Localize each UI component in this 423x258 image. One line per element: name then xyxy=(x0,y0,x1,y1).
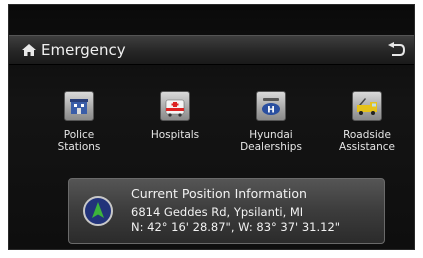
police-stations-label: Police Stations xyxy=(57,129,101,153)
back-arrow-icon[interactable] xyxy=(386,42,406,58)
roadside-assistance-button[interactable]: Roadside Assistance xyxy=(327,91,407,153)
position-address: 6814 Geddes Rd, Ypsilanti, MI xyxy=(131,205,304,219)
nav-screen: Emergency Police Stations Hospitals H Hy… xyxy=(8,4,415,250)
svg-text:H: H xyxy=(267,106,275,116)
hospitals-button[interactable]: Hospitals xyxy=(135,91,215,141)
police-stations-button[interactable]: Police Stations xyxy=(39,91,119,153)
hyundai-dealerships-label: Hyundai Dealerships xyxy=(240,129,302,153)
position-coordinates: N: 42° 16' 28.87", W: 83° 37' 31.12" xyxy=(131,220,341,234)
page-title: Emergency xyxy=(41,41,126,59)
tow-truck-icon xyxy=(352,91,382,121)
position-info-title: Current Position Information xyxy=(131,186,307,201)
hyundai-dealership-icon: H xyxy=(256,91,286,121)
roadside-assistance-label: Roadside Assistance xyxy=(339,129,395,153)
title-bar: Emergency xyxy=(9,35,414,65)
current-position-panel[interactable]: Current Position Information 6814 Geddes… xyxy=(68,178,385,244)
compass-arrow-icon xyxy=(83,196,113,226)
hospitals-label: Hospitals xyxy=(150,129,200,141)
hyundai-dealerships-button[interactable]: H Hyundai Dealerships xyxy=(231,91,311,153)
police-station-icon xyxy=(64,91,94,121)
hospital-icon xyxy=(160,91,190,121)
home-icon[interactable] xyxy=(22,44,36,56)
